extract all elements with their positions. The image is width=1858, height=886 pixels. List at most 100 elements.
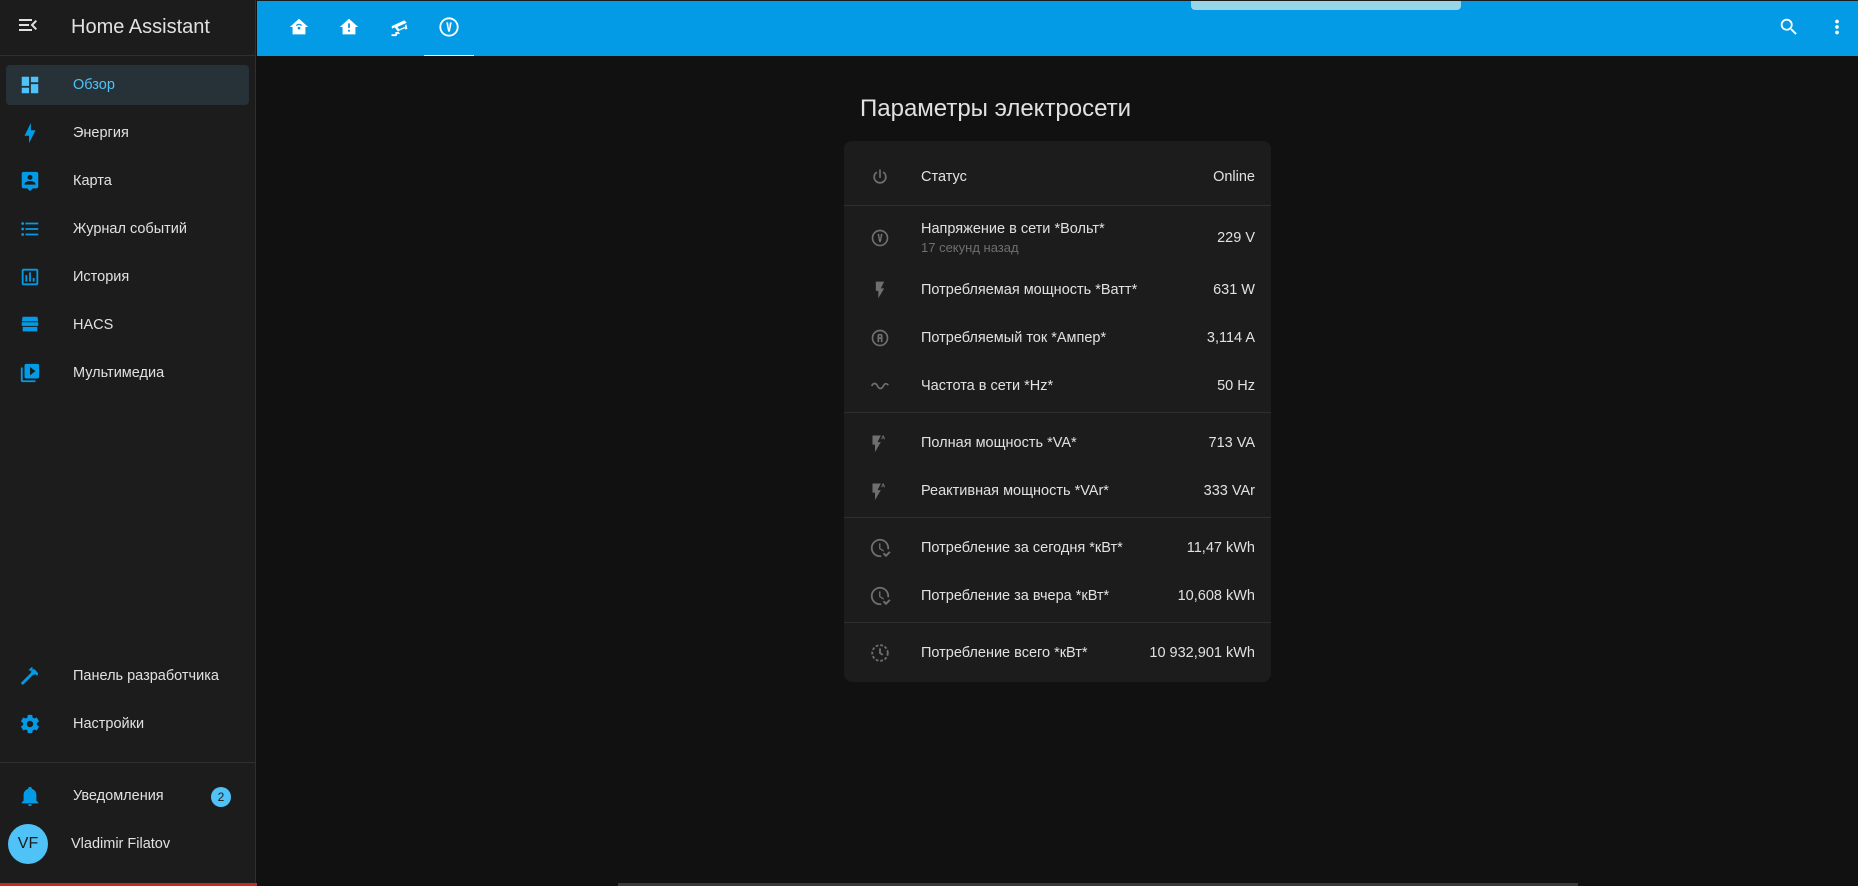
entity-name-block: Реактивная мощность *VAr* (921, 483, 1204, 499)
overflow-menu-button[interactable] (1817, 9, 1857, 49)
sidebar: Home Assistant Обзор Энергия Карта Журна… (0, 0, 256, 886)
flash-a-icon (860, 471, 900, 511)
entity-name: Полная мощность *VA* (921, 435, 1077, 451)
entity-row[interactable]: Частота в сети *Hz* 50 Hz (844, 362, 1271, 410)
sidebar-item-map[interactable]: Карта (6, 161, 249, 201)
sine-wave-icon (860, 366, 900, 406)
menu-toggle-button[interactable] (0, 0, 56, 56)
entity-row[interactable]: Статус Online (844, 153, 1271, 201)
bell-icon (4, 776, 56, 816)
sidebar-item-history[interactable]: История (6, 257, 249, 297)
entity-row[interactable]: Потребление за сегодня *кВт* 11,47 kWh (844, 524, 1271, 572)
search-button[interactable] (1769, 9, 1809, 49)
entity-name: Статус (921, 169, 967, 185)
tab-cctv[interactable] (374, 1, 424, 57)
card-divider (844, 412, 1271, 413)
dots-vertical-icon (1826, 16, 1848, 43)
entity-row[interactable]: Потребление всего *кВт* 10 932,901 kWh (844, 629, 1271, 677)
sidebar-item-label: HACS (73, 317, 114, 333)
entity-name: Реактивная мощность *VAr* (921, 483, 1109, 499)
sidebar-item-settings[interactable]: Настройки (6, 704, 249, 744)
clock-check-outline-icon (860, 576, 900, 616)
sidebar-item-label: Карта (73, 173, 112, 189)
entity-value: 50 Hz (1217, 378, 1255, 394)
entity-name-block: Потребление за вчера *кВт* (921, 588, 1178, 604)
sidebar-item-label: Уведомления (73, 788, 164, 804)
main-content: Параметры электросети Статус Online Напр… (257, 56, 1858, 886)
entity-name-block: Частота в сети *Hz* (921, 378, 1217, 394)
entity-value: 631 W (1213, 282, 1255, 298)
home-automation-icon (288, 16, 310, 43)
top-app-bar (257, 0, 1858, 57)
tab-home-automation[interactable] (274, 1, 324, 57)
sidebar-divider (0, 762, 256, 763)
power-icon (860, 157, 900, 197)
cog-icon (4, 704, 56, 744)
entity-value: 713 VA (1208, 435, 1256, 451)
entity-name-block: Потребляемая мощность *Ватт* (921, 282, 1213, 298)
sidebar-item-label: Панель разработчика (73, 668, 219, 684)
entity-last-changed: 17 секунд назад (921, 240, 1019, 255)
entity-value: 229 V (1217, 230, 1255, 246)
sidebar-item-overview[interactable]: Обзор (6, 65, 249, 105)
tab-home-lightbulb[interactable] (324, 1, 374, 57)
cctv-icon (388, 16, 410, 43)
entity-row[interactable]: Потребляемый ток *Ампер* 3,114 A (844, 314, 1271, 362)
sidebar-item-label: Мультимедиа (73, 365, 165, 381)
entity-row[interactable]: Потребление за вчера *кВт* 10,608 kWh (844, 572, 1271, 620)
sidebar-item-media[interactable]: Мультимедиа (6, 353, 249, 393)
alpha-a-circle-outline-icon (860, 318, 900, 358)
sidebar-item-label: Журнал событий (73, 221, 187, 237)
sidebar-item-logbook[interactable]: Журнал событий (6, 209, 249, 249)
entity-value: 3,114 A (1206, 330, 1255, 346)
lightning-bolt-icon (4, 113, 56, 153)
entity-name: Потребление за вчера *кВт* (921, 588, 1110, 604)
menu-open-icon (16, 13, 40, 42)
entities-card: Статус Online Напряжение в сети *Вольт* … (844, 141, 1271, 682)
entity-name: Частота в сети *Hz* (921, 378, 1054, 394)
hacs-icon (4, 305, 56, 345)
entity-name: Потребление за сегодня *кВт* (921, 540, 1123, 556)
card-divider (844, 205, 1271, 206)
sidebar-item-label: Настройки (73, 716, 145, 732)
entity-name-block: Напряжение в сети *Вольт* 17 секунд наза… (921, 221, 1217, 255)
magnify-icon (1778, 16, 1800, 43)
entity-name-block: Потребление за сегодня *кВт* (921, 540, 1187, 556)
entity-name-block: Потребляемый ток *Ампер* (921, 330, 1207, 346)
sidebar-item-developer-tools[interactable]: Панель разработчика (6, 656, 249, 696)
toast-notification-edge (1191, 1, 1461, 10)
entity-name: Потребляемая мощность *Ватт* (921, 282, 1138, 298)
entity-row[interactable]: Реактивная мощность *VAr* 333 VAr (844, 467, 1271, 515)
page-title: Параметры электросети (860, 95, 1132, 122)
hammer-icon (4, 656, 56, 696)
entity-name-block: Статус (921, 169, 1213, 185)
entity-value: 10 932,901 kWh (1149, 645, 1255, 661)
entity-name: Напряжение в сети *Вольт* (921, 221, 1105, 237)
sidebar-item-energy[interactable]: Энергия (6, 113, 249, 153)
sidebar-item-label: Обзор (73, 77, 115, 93)
entity-row[interactable]: Потребляемая мощность *Ватт* 631 W (844, 266, 1271, 314)
sidebar-item-profile[interactable]: VF Vladimir Filatov (6, 824, 249, 864)
user-name: Vladimir Filatov (71, 836, 171, 852)
clock-check-outline-icon (860, 528, 900, 568)
notification-count-badge: 2 (211, 787, 231, 807)
entity-row[interactable]: Полная мощность *VA* 713 VA (844, 419, 1271, 467)
tab-electric-grid[interactable] (424, 1, 474, 57)
entity-row[interactable]: Напряжение в сети *Вольт* 17 секунд наза… (844, 210, 1271, 266)
chart-box-icon (4, 257, 56, 297)
entity-name-block: Потребление всего *кВт* (921, 645, 1149, 661)
alpha-v-circle-outline-icon (860, 218, 900, 258)
play-box-multiple-icon (4, 353, 56, 393)
sidebar-item-label: История (73, 269, 130, 285)
card-divider (844, 517, 1271, 518)
home-lightbulb-icon (338, 16, 360, 43)
entity-value: 333 VAr (1203, 483, 1255, 499)
sidebar-item-hacs[interactable]: HACS (6, 305, 249, 345)
alpha-v-circle-icon (438, 16, 460, 43)
entity-name: Потребляемый ток *Ампер* (921, 330, 1107, 346)
sidebar-item-notifications[interactable]: Уведомления 2 (6, 776, 249, 816)
entity-value: 10,608 kWh (1177, 588, 1255, 604)
sidebar-item-label: Энергия (73, 125, 129, 141)
app-title: Home Assistant (71, 16, 210, 38)
format-list-icon (4, 209, 56, 249)
